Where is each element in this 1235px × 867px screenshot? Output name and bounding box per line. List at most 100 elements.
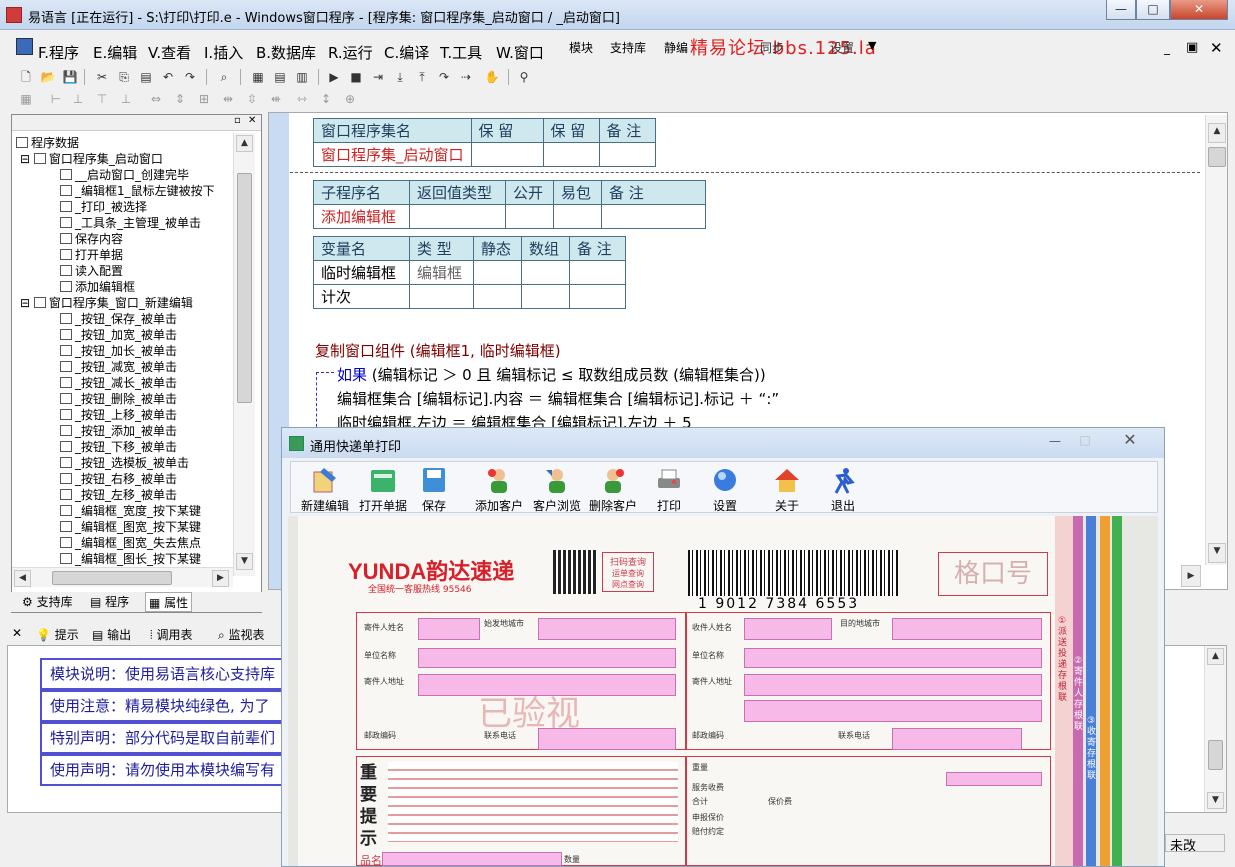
tab-support-lib[interactable]: ⚙ 支持库 xyxy=(19,592,76,612)
code-scroll-up-icon[interactable]: ▲ xyxy=(1208,123,1226,143)
tree-item[interactable]: _按钮_添加_被单击 xyxy=(60,423,177,439)
tree-item[interactable]: __启动窗口_创建完毕 xyxy=(60,167,189,183)
menu-settings[interactable]: 设置 xyxy=(830,39,854,56)
var-name-cell[interactable]: 计次 xyxy=(313,284,410,309)
cell[interactable] xyxy=(521,260,570,285)
tree-item[interactable]: _按钮_减长_被单击 xyxy=(60,375,177,391)
tree-item[interactable]: 添加编辑框 xyxy=(60,279,135,295)
mdi-close-button[interactable]: ✕ xyxy=(1210,39,1223,57)
tree-item[interactable]: 打开单据 xyxy=(60,247,123,263)
menu-program[interactable]: F.程序 xyxy=(38,42,79,63)
settings-button[interactable]: 设置 xyxy=(703,464,747,513)
sender-company-field[interactable] xyxy=(418,648,676,668)
tree-group[interactable]: ⊟ 窗口程序集_启动窗口 xyxy=(20,151,163,167)
tab-hint[interactable]: 💡 提示 xyxy=(36,626,79,643)
scroll-thumb[interactable] xyxy=(237,173,252,403)
cell[interactable] xyxy=(569,260,626,285)
tree-root[interactable]: 程序数据 xyxy=(16,135,79,151)
tab-program[interactable]: ▤ 程序 xyxy=(87,592,132,612)
tree-item[interactable]: 读入配置 xyxy=(60,263,123,279)
menu-tools[interactable]: T.工具 xyxy=(440,42,482,63)
tree-item[interactable]: _工具条_主管理_被单击 xyxy=(60,215,201,231)
tree-hscroll[interactable]: ◀ ▶ xyxy=(12,567,233,587)
tab-call-stack[interactable]: ⦙ 调用表 xyxy=(150,626,193,643)
center-both-icon[interactable]: ⊕ xyxy=(342,91,358,107)
paste-icon[interactable]: ▤ xyxy=(138,69,154,85)
center-h-icon[interactable]: ⇿ xyxy=(294,91,310,107)
exit-button[interactable]: 退出 xyxy=(821,464,865,513)
hand-icon[interactable]: ✋ xyxy=(484,69,500,85)
origin-city-field[interactable] xyxy=(538,618,676,640)
var-type-cell[interactable]: 编辑框 xyxy=(409,260,474,285)
binoculars-icon[interactable]: ⚲ xyxy=(516,69,532,85)
tree-item[interactable]: _编辑框1_鼠标左键被按下 xyxy=(60,183,215,199)
new-file-icon[interactable]: 🗋 xyxy=(18,69,34,85)
menu-static[interactable]: 静编 xyxy=(664,39,688,56)
dialog-maximize-button[interactable]: □ xyxy=(1072,433,1098,449)
minimize-button[interactable]: — xyxy=(1106,0,1136,20)
save-icon[interactable]: 💾 xyxy=(62,69,78,85)
cell[interactable] xyxy=(553,204,602,229)
menu-support-lib[interactable]: 支持库 xyxy=(610,39,646,56)
tab-output[interactable]: ▤ 输出 xyxy=(92,626,131,643)
tree-item[interactable]: _打印_被选择 xyxy=(60,199,147,215)
delete-customer-button[interactable]: 删除客户 xyxy=(583,464,643,513)
sub-name-cell[interactable]: 添加编辑框 xyxy=(313,204,410,229)
align-bottom-icon[interactable]: ⊥ xyxy=(118,91,134,107)
collapse-toggle-icon[interactable]: ⊟ xyxy=(20,296,34,310)
new-edit-button[interactable]: 新建编辑 xyxy=(295,464,355,513)
receiver-name-field[interactable] xyxy=(744,618,832,640)
step-into-icon[interactable]: ⤓ xyxy=(392,69,408,85)
tree-item[interactable]: _按钮_减宽_被单击 xyxy=(60,359,177,375)
mdi-restore-button[interactable]: ▣ xyxy=(1186,40,1198,55)
align-center-icon[interactable]: ⊥ xyxy=(70,91,86,107)
maximize-button[interactable]: □ xyxy=(1136,0,1170,20)
dialog-minimize-button[interactable]: — xyxy=(1042,434,1068,450)
pane-close-icon[interactable]: ✕ xyxy=(248,115,256,126)
mdi-minimize-button[interactable]: _ xyxy=(1164,41,1170,55)
receiver-address2-field[interactable] xyxy=(744,700,1042,722)
menu-database[interactable]: B.数据库 xyxy=(256,42,316,63)
stop-icon[interactable]: ■ xyxy=(348,69,364,85)
v-space-icon[interactable]: ⇳ xyxy=(244,91,260,107)
code-line-3[interactable]: 编辑框集合 [编辑标记].内容 ＝ 编辑框集合 [编辑标记].标记 ＋ “:” xyxy=(337,388,779,409)
code-scroll-thumb[interactable] xyxy=(1208,147,1226,167)
scroll-left-icon[interactable]: ◀ xyxy=(14,570,31,587)
center-v-icon[interactable]: ↕ xyxy=(318,91,334,107)
open-folder-icon[interactable]: 📂 xyxy=(40,69,56,85)
menu-edit[interactable]: E.编辑 xyxy=(93,42,137,63)
item-name-field[interactable] xyxy=(382,852,562,866)
tree-item[interactable]: _按钮_加长_被单击 xyxy=(60,343,177,359)
close-button[interactable]: ✕ xyxy=(1170,0,1228,20)
tree-vscroll[interactable]: ▲ ▼ xyxy=(233,133,255,576)
save-button[interactable]: 保存 xyxy=(413,464,455,513)
code-line-1[interactable]: 复制窗口组件 (编辑框1, 临时编辑框) xyxy=(315,340,561,361)
cell[interactable] xyxy=(473,260,522,285)
align-grid-icon[interactable]: ▦ xyxy=(18,91,34,107)
find-icon[interactable]: ⌕ xyxy=(216,69,232,85)
pane-close-icon[interactable]: ✕ xyxy=(12,626,22,640)
cell[interactable] xyxy=(598,142,656,167)
dest-city-field[interactable] xyxy=(892,618,1042,640)
browse-customer-button[interactable]: 客户浏览 xyxy=(527,464,587,513)
volume-field[interactable] xyxy=(946,772,1042,786)
scroll-down-icon[interactable]: ▼ xyxy=(236,553,253,570)
align-left-icon[interactable]: ⊢ xyxy=(48,91,64,107)
run-icon[interactable]: ▶ xyxy=(326,69,342,85)
tree-item[interactable]: _按钮_右移_被单击 xyxy=(60,471,177,487)
collapse-toggle-icon[interactable]: ⊟ xyxy=(20,152,34,166)
output-scroll-up-icon[interactable]: ▲ xyxy=(1207,648,1224,665)
dropdown-arrow-icon[interactable]: ▼ xyxy=(868,39,876,52)
tree-item[interactable]: 保存内容 xyxy=(60,231,123,247)
h-space-icon[interactable]: ⇹ xyxy=(220,91,236,107)
layout1-icon[interactable]: ▦ xyxy=(250,69,266,85)
output-scroll-thumb[interactable] xyxy=(1208,740,1223,770)
same-height-icon[interactable]: ⇕ xyxy=(172,91,188,107)
tree-item[interactable]: _按钮_下移_被单击 xyxy=(60,439,177,455)
tree-item[interactable]: _按钮_左移_被单击 xyxy=(60,487,177,503)
tree-item[interactable]: _编辑框_图宽_按下某键 xyxy=(60,519,201,535)
code-vscroll[interactable]: ▲ ▼ xyxy=(1205,115,1227,565)
code-scroll-down-icon[interactable]: ▼ xyxy=(1208,543,1226,563)
cut-icon[interactable]: ✂ xyxy=(94,69,110,85)
tree-item[interactable]: _按钮_上移_被单击 xyxy=(60,407,177,423)
